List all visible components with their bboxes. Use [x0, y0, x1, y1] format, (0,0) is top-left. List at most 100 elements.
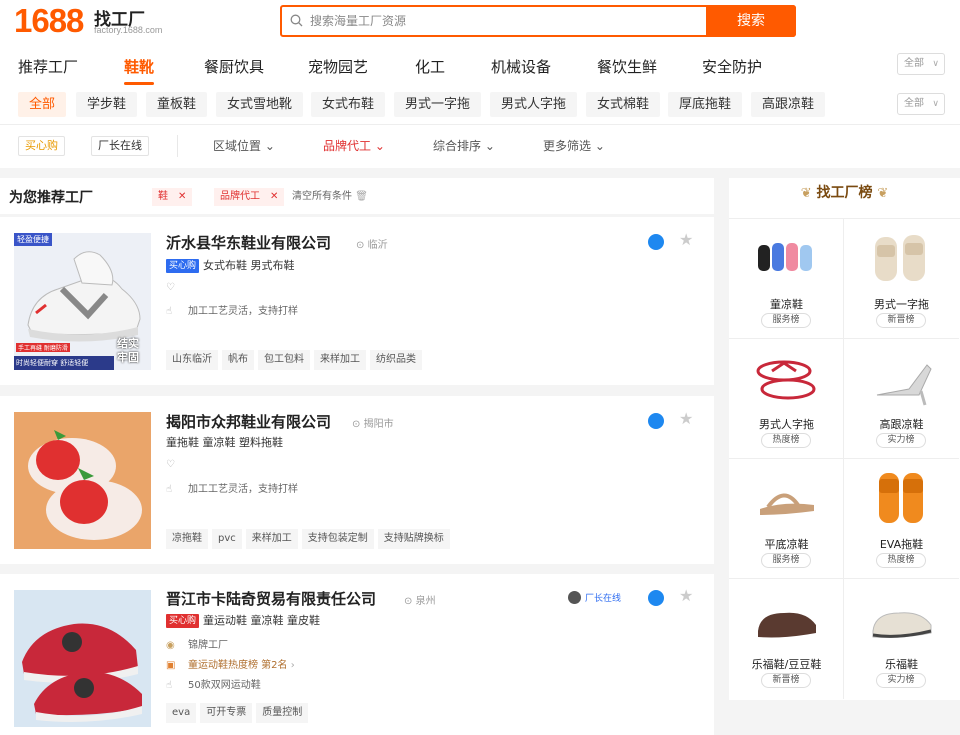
ranking-item[interactable]: 男式一字拖 新晋榜 — [844, 219, 959, 339]
ranking-item-name: 高跟凉鞋 — [879, 418, 924, 431]
chevron-down-icon: ⌄ — [374, 139, 385, 153]
close-icon[interactable]: ✕ — [270, 191, 278, 202]
chat-icon[interactable] — [648, 590, 664, 606]
sort-dropdown[interactable]: 综合排序 ⌄ — [433, 137, 495, 154]
subcategory-chip[interactable]: 童板鞋 — [146, 92, 208, 117]
star-icon[interactable]: ★ — [679, 586, 693, 605]
ranking-panel: ❦ 找工厂榜 ❦ 童凉鞋 服务榜 男式一字拖 新晋榜 男式人字拖 热度榜 高跟凉… — [729, 178, 960, 700]
factory-info-line[interactable]: ▣ 童运动鞋热度榜 第2名 › — [166, 656, 295, 671]
factory-tag[interactable]: pvc — [212, 529, 242, 549]
subcategory-chip[interactable]: 女式布鞋 — [311, 92, 386, 117]
factory-card[interactable]: 揭阳市众邦鞋业有限公司 ⊙ 揭阳市 童拖鞋 童凉鞋 塑料拖鞋 ♡ ☝ 加工工艺灵活… — [0, 396, 714, 564]
subcategory-chip[interactable]: 厚底拖鞋 — [668, 92, 743, 117]
buy-heart-badge: 买心购 — [166, 259, 200, 273]
more-filters-dropdown[interactable]: 更多筛选 ⌄ — [543, 137, 605, 154]
chevron-right-icon: › — [290, 660, 295, 671]
all-categories-dropdown[interactable]: 全部 ∨ — [897, 53, 945, 75]
info-label: 童运动鞋热度榜 第2名 — [188, 660, 288, 671]
factory-tag[interactable]: 支持包装定制 — [301, 529, 374, 549]
chip-label: 鞋 — [158, 191, 168, 202]
close-icon[interactable]: ✕ — [178, 191, 186, 202]
factory-tag[interactable]: 包工包料 — [258, 350, 310, 370]
active-filter-chip[interactable]: 品牌代工 ✕ — [214, 188, 285, 206]
ranking-badge: 热度榜 — [761, 433, 811, 448]
factory-name[interactable]: 沂水县华东鞋业有限公司 — [166, 232, 331, 253]
ranking-item[interactable]: 乐福鞋 实力榜 — [844, 579, 959, 699]
ranking-item[interactable]: 平底凉鞋 服务榜 — [729, 459, 844, 579]
owner-online-badge[interactable]: 厂长在线 — [568, 591, 621, 604]
region-dropdown[interactable]: 区域位置 ⌄ — [213, 137, 275, 154]
active-filter-chip[interactable]: 鞋 ✕ — [152, 188, 193, 206]
factory-name[interactable]: 晋江市卡陆奇贸易有限责任公司 — [166, 588, 376, 609]
heel-image — [876, 364, 932, 406]
subcategory-chip[interactable]: 男式人字拖 — [490, 92, 578, 117]
category-tab[interactable]: 安全防护 — [702, 56, 762, 77]
factory-info-line: ☝ 加工工艺灵活，支持打样 — [166, 480, 298, 495]
chat-icon[interactable] — [648, 413, 664, 429]
thumbs-up-icon: ☝ — [166, 484, 173, 495]
factory-location: ⊙ 临沂 — [356, 236, 388, 251]
factory-thumbnail[interactable] — [14, 412, 151, 549]
factory-tag[interactable]: 来样加工 — [314, 350, 366, 370]
subcategory-chip[interactable]: 男式一字拖 — [394, 92, 482, 117]
chat-icon[interactable] — [648, 234, 664, 250]
factory-tag[interactable]: 凉拖鞋 — [166, 529, 208, 549]
clear-filters-button[interactable]: 清空所有条件 🗑 — [292, 188, 368, 206]
ranking-item[interactable]: 乐福鞋/豆豆鞋 新晋榜 — [729, 579, 844, 699]
ranking-item-name: 男式人字拖 — [759, 418, 814, 431]
factory-location: ⊙ 揭阳市 — [352, 415, 394, 430]
subcategory-row: 全部 学步鞋 童板鞋 女式雪地靴 女式布鞋 男式一字拖 男式人字拖 女式棉鞋 厚… — [0, 90, 960, 118]
factory-location: ⊙ 泉州 — [404, 592, 436, 607]
ranking-title-label: 找工厂榜 — [816, 185, 873, 201]
thumb-label-bot1: 手工再缝 耐磨防滑 — [16, 343, 70, 352]
star-icon[interactable]: ★ — [679, 409, 693, 428]
factory-tag[interactable]: eva — [166, 703, 197, 723]
factory-card[interactable]: 晋江市卡陆奇贸易有限责任公司 ⊙ 泉州 厂长在线 买心购 童运动鞋 童凉鞋 童皮鞋… — [0, 574, 714, 735]
factory-thumbnail[interactable]: 轻盈便捷 结实牢固 手工再缝 耐磨防滑 时尚轻便耐穿 舒适轻便 — [14, 233, 151, 370]
logo-domain: factory.1688.com — [94, 25, 163, 35]
ranking-grid: 童凉鞋 服务榜 男式一字拖 新晋榜 男式人字拖 热度榜 高跟凉鞋 实力榜 平底凉… — [729, 218, 960, 700]
category-tab-active[interactable]: 鞋靴 — [124, 56, 155, 85]
factory-name[interactable]: 揭阳市众邦鞋业有限公司 — [166, 411, 331, 432]
all-subcategories-dropdown[interactable]: 全部 ∨ — [897, 93, 945, 115]
category-tab[interactable]: 化工 — [415, 56, 445, 77]
factory-tag[interactable]: 纺织品类 — [370, 350, 422, 370]
all-label: 全部 — [904, 98, 924, 109]
category-tab[interactable]: 餐厨饮具 — [204, 56, 264, 77]
subcategory-chip[interactable]: 学步鞋 — [76, 92, 138, 117]
category-tab[interactable]: 宠物园艺 — [308, 56, 368, 77]
ranking-item[interactable]: EVA拖鞋 热度榜 — [844, 459, 959, 579]
ranking-badge: 实力榜 — [876, 433, 926, 448]
subcategory-chip[interactable]: 女式雪地靴 — [216, 92, 304, 117]
factory-card[interactable]: 轻盈便捷 结实牢固 手工再缝 耐磨防滑 时尚轻便耐穿 舒适轻便 沂水县华东鞋业有… — [0, 217, 714, 385]
subcategory-chip[interactable]: 高跟凉鞋 — [751, 92, 826, 117]
brand-oem-dropdown[interactable]: 品牌代工 ⌄ — [323, 137, 385, 154]
buy-heart-filter[interactable]: 买心购 — [18, 136, 65, 156]
ranking-item[interactable]: 童凉鞋 服务榜 — [729, 219, 844, 339]
category-tab[interactable]: 餐饮生鲜 — [597, 56, 657, 77]
factory-tag[interactable]: 山东临沂 — [166, 350, 218, 370]
subcategory-chip[interactable]: 女式棉鞋 — [586, 92, 661, 117]
search-button[interactable]: 搜索 — [706, 5, 796, 37]
ranking-item[interactable]: 高跟凉鞋 实力榜 — [844, 339, 959, 459]
info-label: 加工工艺灵活，支持打样 — [188, 484, 298, 495]
factory-tag[interactable]: 可开专票 — [200, 703, 253, 723]
ranking-item[interactable]: 男式人字拖 热度榜 — [729, 339, 844, 459]
info-label: 锦牌工厂 — [188, 640, 228, 651]
star-icon[interactable]: ★ — [679, 230, 693, 249]
divider — [0, 124, 960, 125]
chevron-down-icon: ∨ — [932, 59, 939, 69]
category-tab[interactable]: 推荐工厂 — [18, 56, 78, 77]
factory-tag[interactable]: 支持贴牌换标 — [377, 529, 450, 549]
factory-tag[interactable]: 来样加工 — [245, 529, 298, 549]
owner-online-filter[interactable]: 厂长在线 — [91, 136, 149, 156]
search-input[interactable] — [310, 11, 700, 31]
subcategory-chip-active[interactable]: 全部 — [18, 92, 67, 117]
factory-tag[interactable]: 帆布 — [222, 350, 254, 370]
factory-tags: 凉拖鞋 pvc 来样加工 支持包装定制 支持贴牌换标 — [166, 526, 454, 549]
factory-tag[interactable]: 质量控制 — [256, 703, 309, 723]
category-nav: 推荐工厂 鞋靴 餐厨饮具 宠物园艺 化工 机械设备 餐饮生鲜 安全防护 — [0, 52, 960, 85]
category-tab[interactable]: 机械设备 — [491, 56, 551, 77]
sneaker-image — [14, 590, 151, 727]
factory-thumbnail[interactable] — [14, 590, 151, 727]
